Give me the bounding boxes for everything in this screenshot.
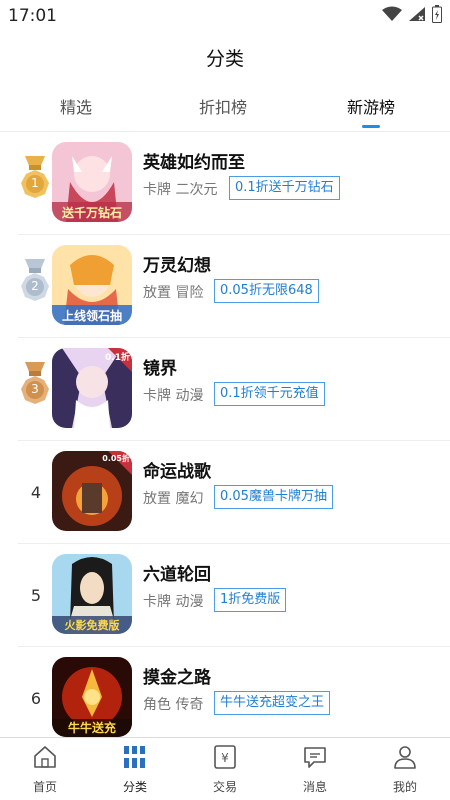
promo-badge: 0.1折送千万钻石 <box>229 176 340 200</box>
promo-badge: 0.1折领千元充值 <box>214 382 325 406</box>
game-name[interactable]: 命运战歌 <box>143 457 211 482</box>
tab-active-indicator <box>362 125 380 128</box>
bottom-navigation: 首页 分类 ¥ 交易 消息 我的 <box>0 737 450 800</box>
promo-badge: 0.05魔兽卡牌万抽 <box>214 485 333 509</box>
tab-label: 精选 <box>60 98 93 117</box>
game-icon[interactable]: 火影免费版 <box>52 554 132 634</box>
nav-home[interactable]: 首页 <box>0 738 90 800</box>
list-item[interactable]: 3 0.1折 镜界 卡牌 动漫 0.1折领千元充值 <box>0 338 450 441</box>
nav-label: 分类 <box>122 780 147 794</box>
rank-number: 5 <box>30 586 42 605</box>
nav-messages[interactable]: 消息 <box>270 738 360 800</box>
icon-caption: 0.05折 <box>102 454 130 463</box>
game-name[interactable]: 摸金之路 <box>143 663 211 688</box>
nav-label: 交易 <box>212 780 237 794</box>
rank-number: 3 <box>31 382 39 396</box>
list-item[interactable]: 1 送千万钻石 英雄如约而至 卡牌 二次元 0.1折送千万钻石 <box>0 132 450 235</box>
list-item[interactable]: 4 0.05折 命运战歌 放置 魔幻 0.05魔兽卡牌万抽 <box>0 441 450 544</box>
trade-yen-icon: ¥ <box>212 744 238 770</box>
icon-caption: 送千万钻石 <box>61 206 122 220</box>
game-icon[interactable]: 送千万钻石 <box>52 142 132 222</box>
nav-label: 消息 <box>302 780 327 794</box>
nav-profile[interactable]: 我的 <box>360 738 450 800</box>
game-tags: 卡牌 二次元 <box>143 182 218 198</box>
status-icons <box>382 5 442 27</box>
silver-medal-icon: 2 <box>14 259 56 307</box>
icon-caption: 上线领石抽 <box>61 309 122 323</box>
nav-label: 我的 <box>392 780 417 794</box>
cellular-signal-icon <box>408 6 426 26</box>
tab-new-games-ranking[interactable]: 新游榜 <box>347 94 395 132</box>
game-tags: 放置 魔幻 <box>143 491 204 507</box>
promo-badge: 1折免费版 <box>214 588 287 612</box>
game-icon[interactable]: 上线领石抽 <box>52 245 132 325</box>
list-item[interactable]: 2 上线领石抽 万灵幻想 放置 冒险 0.05折无限648 <box>0 235 450 338</box>
rank-number: 6 <box>30 689 42 708</box>
list-item[interactable]: 6 牛牛送充 摸金之路 角色 传奇 牛牛送充超变之王 <box>0 647 450 750</box>
home-icon <box>32 744 58 770</box>
profile-icon <box>392 744 418 770</box>
page-title: 分类 <box>205 48 244 70</box>
promo-badge: 牛牛送充超变之王 <box>214 691 331 715</box>
tab-featured[interactable]: 精选 <box>60 94 92 132</box>
game-tags: 卡牌 动漫 <box>143 594 204 610</box>
nav-label: 首页 <box>32 780 57 794</box>
icon-caption: 牛牛送充 <box>67 721 116 735</box>
game-tags: 放置 冒险 <box>143 285 204 301</box>
message-icon <box>302 744 328 770</box>
nav-trade[interactable]: ¥ 交易 <box>180 738 270 800</box>
promo-badge: 0.05折无限648 <box>214 279 319 303</box>
list-item[interactable]: 5 火影免费版 六道轮回 卡牌 动漫 1折免费版 <box>0 544 450 647</box>
bronze-medal-icon: 3 <box>14 362 56 410</box>
wifi-icon <box>382 6 402 26</box>
game-tags: 卡牌 动漫 <box>143 388 204 404</box>
rank-number: 4 <box>30 483 42 502</box>
icon-caption: 0.1折 <box>105 353 130 363</box>
game-icon[interactable]: 0.1折 <box>52 348 132 428</box>
rank-number: 1 <box>31 176 39 190</box>
game-name[interactable]: 万灵幻想 <box>143 251 211 276</box>
battery-icon <box>432 5 442 27</box>
icon-caption: 火影免费版 <box>64 619 120 632</box>
game-icon[interactable]: 0.05折 <box>52 451 132 531</box>
tab-label: 新游榜 <box>347 98 396 117</box>
tab-discount-ranking[interactable]: 折扣榜 <box>199 94 247 132</box>
game-name[interactable]: 镜界 <box>143 354 177 379</box>
status-time: 17:01 <box>8 6 57 26</box>
svg-text:¥: ¥ <box>221 751 229 765</box>
nav-category[interactable]: 分类 <box>90 738 180 800</box>
category-grid-icon <box>122 744 148 770</box>
status-bar: 17:01 <box>0 0 450 34</box>
game-icon[interactable]: 牛牛送充 <box>52 657 132 737</box>
game-tags: 角色 传奇 <box>143 697 204 713</box>
tab-bar: 精选 折扣榜 新游榜 <box>0 94 450 132</box>
rank-number: 2 <box>31 279 39 293</box>
tab-label: 折扣榜 <box>199 98 248 117</box>
game-name[interactable]: 英雄如约而至 <box>143 148 245 173</box>
gold-medal-icon: 1 <box>14 156 56 204</box>
game-name[interactable]: 六道轮回 <box>143 560 211 585</box>
